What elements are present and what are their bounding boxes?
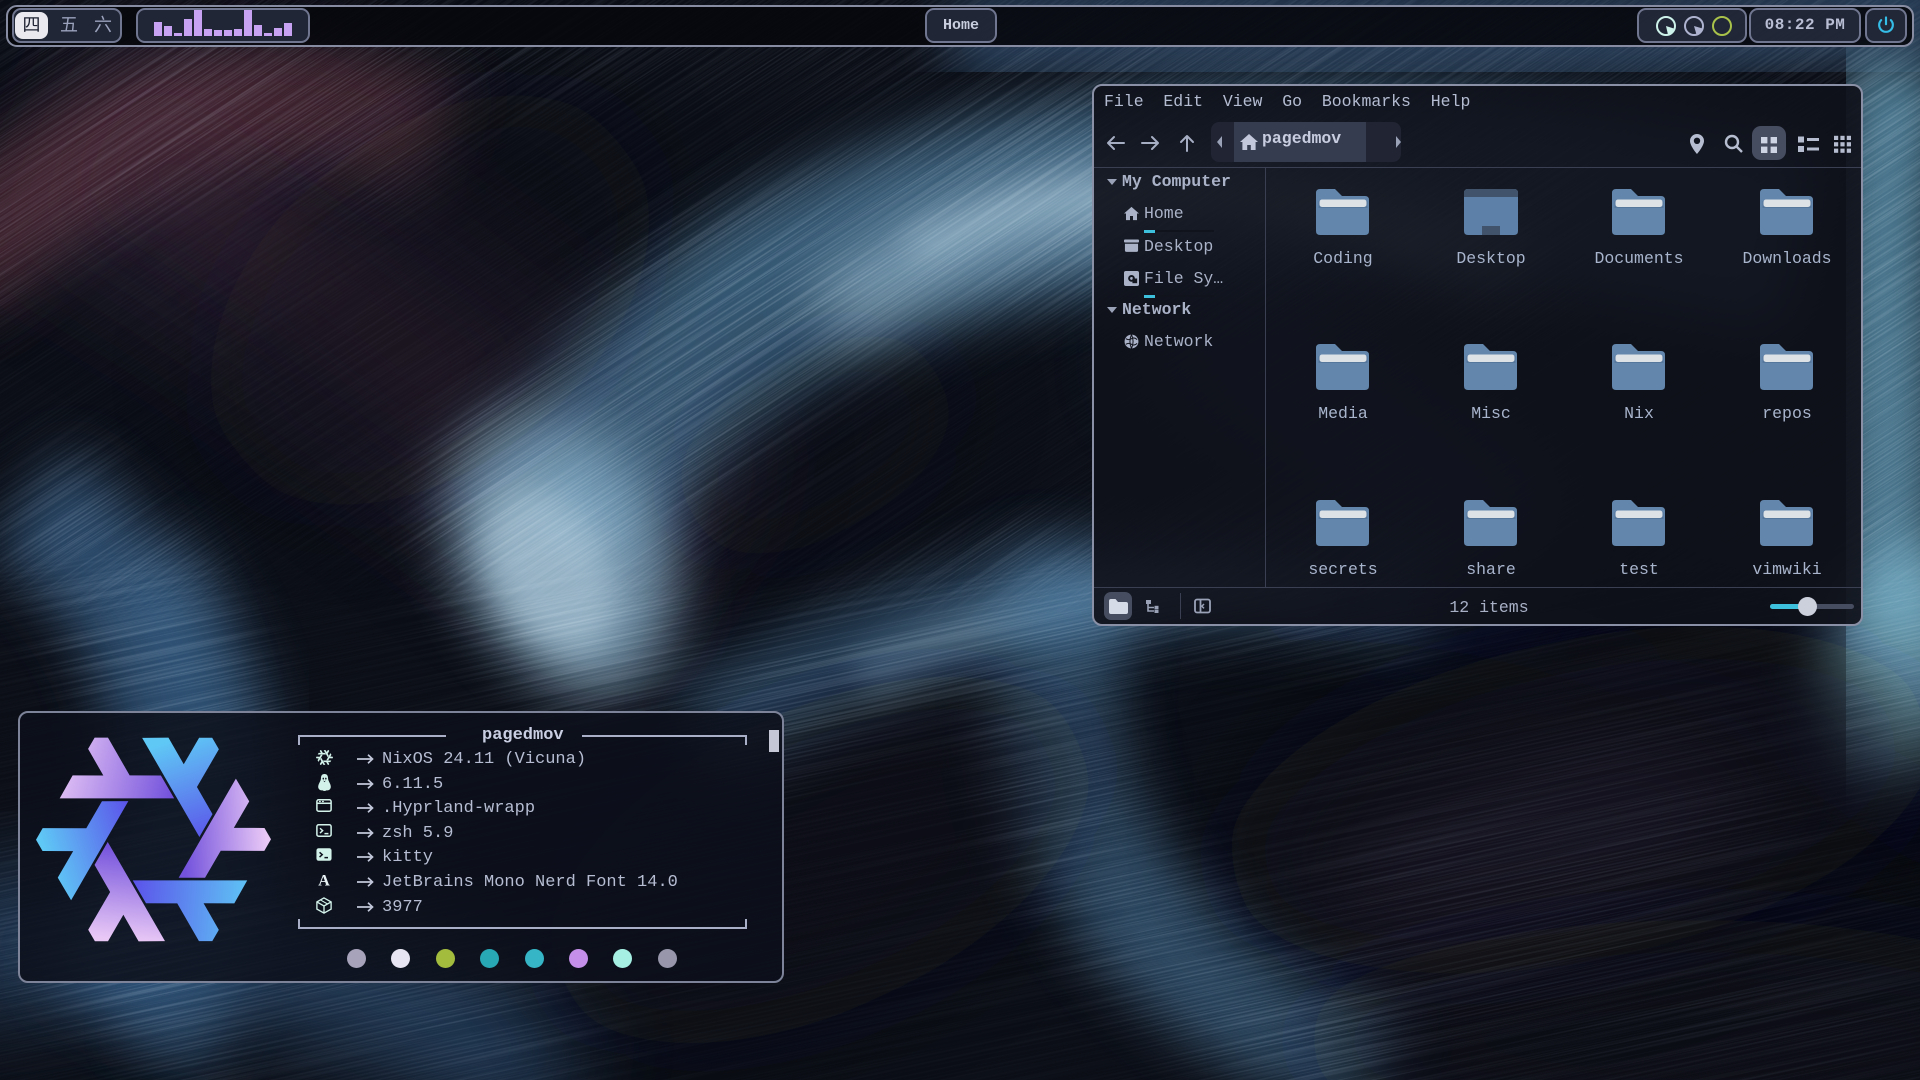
svg-text:A: A — [318, 872, 330, 888]
